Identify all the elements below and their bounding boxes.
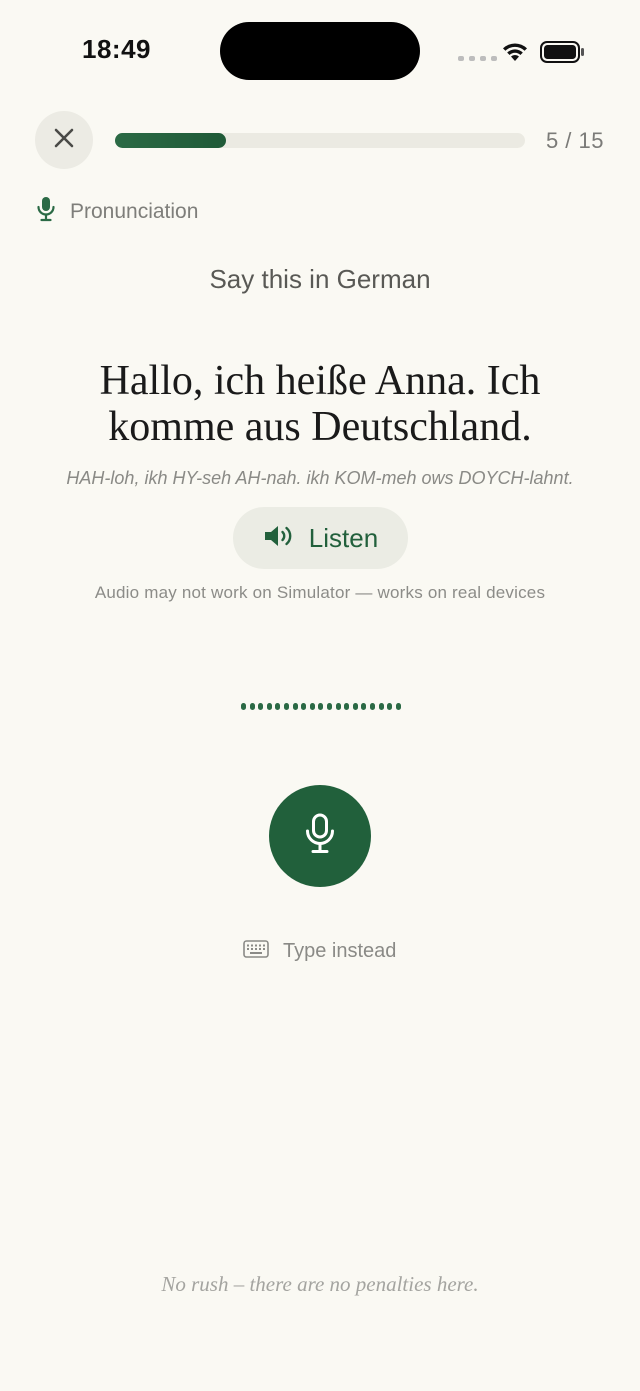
wifi-icon <box>501 40 529 67</box>
microphone-icon <box>36 196 56 227</box>
phonetic-transcription: HAH-loh, ikh HY-seh AH-nah. ikh KOM-meh … <box>66 468 574 488</box>
lesson-progress-bar <box>115 133 525 148</box>
keyboard-icon <box>243 940 269 963</box>
exercise-type: Pronunciation <box>36 196 198 227</box>
speaker-icon <box>263 523 297 554</box>
progress-count: 5 / 15 <box>545 128 604 153</box>
waveform-indicator <box>241 703 401 710</box>
footer-note: No rush – there are no penalties here. <box>161 1272 479 1296</box>
battery-icon <box>540 41 586 68</box>
dynamic-island <box>220 22 420 80</box>
target-sentence: Hallo, ich heiße Anna. Ich komme aus Deu… <box>99 358 541 450</box>
cellular-signal-icon <box>458 56 497 61</box>
listen-label: Listen <box>308 522 379 553</box>
close-button[interactable] <box>35 111 93 169</box>
lesson-progress-fill <box>115 133 226 148</box>
type-instead-label: Type instead <box>283 940 397 962</box>
audio-note: Audio may not work on Simulator — works … <box>94 583 546 602</box>
microphone-icon <box>303 812 337 861</box>
record-button[interactable] <box>269 785 371 887</box>
exercise-type-label: Pronunciation <box>70 199 199 223</box>
status-time: 18:49 <box>82 34 151 64</box>
instruction: Say this in German <box>209 264 431 294</box>
type-instead-button[interactable]: Type instead <box>243 940 396 963</box>
close-icon <box>53 127 75 154</box>
listen-button[interactable]: Listen <box>233 507 408 569</box>
